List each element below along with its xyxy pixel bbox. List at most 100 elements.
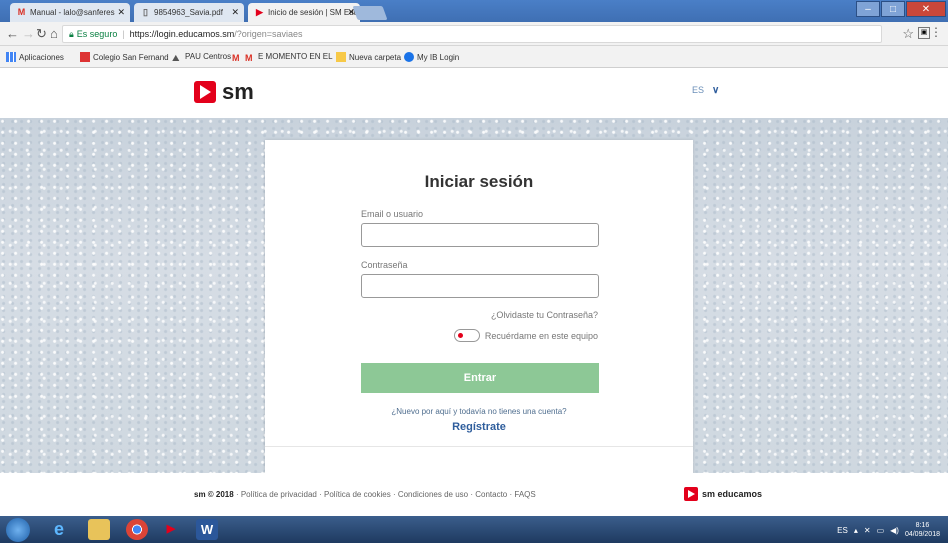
tray-language[interactable]: ES — [837, 526, 848, 535]
extension-icon[interactable]: ▣ — [918, 27, 930, 39]
login-card: Iniciar sesión Email o usuario Contraseñ… — [265, 140, 693, 478]
site-footer: sm © 2018 · Política de privacidad · Pol… — [0, 473, 948, 516]
internet-explorer-icon[interactable]: e — [48, 519, 70, 540]
lock-icon: 🔒︎ — [69, 29, 74, 39]
sm-play-icon — [684, 487, 698, 501]
card-divider — [265, 446, 693, 447]
bookmark-label: My IB Login — [417, 53, 460, 62]
remember-toggle[interactable] — [453, 329, 480, 342]
email-label: Email o usuario — [361, 209, 424, 219]
sm-taskbar-icon[interactable]: ▶ — [160, 519, 182, 540]
apps-grid-icon — [6, 52, 16, 62]
login-button[interactable]: Entrar — [361, 363, 599, 393]
ib-icon — [404, 52, 414, 62]
clock-time: 8:16 — [915, 522, 930, 529]
password-field[interactable] — [361, 274, 599, 298]
web-page: sm ES ∨ Iniciar sesión Email o usuario Co… — [0, 68, 948, 516]
sm-icon: ▶ — [256, 7, 263, 17]
window-controls: – □ ✕ — [856, 1, 946, 17]
word-icon[interactable]: W — [196, 519, 218, 540]
secure-label: Es seguro — [76, 29, 118, 39]
start-button-icon[interactable] — [6, 518, 30, 542]
sm-educamos-logo[interactable]: sm educamos — [684, 487, 762, 501]
browser-tab-strip: M Manual - lalo@sanferes ✕ ▯ 9854963_Sav… — [0, 0, 948, 22]
bookmark-ib[interactable]: My IB Login — [404, 52, 459, 62]
windows-taskbar: e ▶ W ES ▴ ✕ ▭ ◀) 8:16 04/09/2018 — [0, 516, 948, 543]
tab-sm-login[interactable]: ▶ Inicio de sesión | SM Edu ✕ — [248, 3, 360, 22]
tab-pdf[interactable]: ▯ 9854963_Savia.pdf ✕ — [134, 3, 244, 22]
tab-label: 9854963_Savia.pdf — [154, 8, 223, 17]
bookmarks-bar: Aplicaciones Colegio San Fernand ⛰ PAU Ce… — [0, 46, 948, 68]
bookmark-colegio[interactable]: Colegio San Fernand — [80, 52, 169, 62]
url-field[interactable]: 🔒︎ Es seguro | https://login.educamos.sm/?o… — [62, 25, 882, 43]
copyright: sm © 2018 — [194, 490, 234, 499]
network-icon[interactable]: ✕ — [864, 526, 871, 535]
volume-icon[interactable]: ◀) — [890, 526, 899, 535]
language-selector[interactable]: ES ∨ — [692, 85, 719, 96]
password-label: Contraseña — [361, 260, 408, 270]
bookmark-folder[interactable]: Nueva carpeta — [336, 52, 401, 62]
file-explorer-icon[interactable] — [88, 519, 110, 540]
sm-play-icon — [194, 81, 216, 103]
bookmark-label: Nueva carpeta — [349, 53, 402, 62]
minimize-icon[interactable]: – — [856, 1, 880, 17]
close-window-icon[interactable]: ✕ — [906, 1, 946, 17]
sm-logo[interactable]: sm — [194, 81, 254, 103]
contact-link[interactable]: Contacto — [475, 490, 507, 499]
chrome-icon[interactable] — [126, 519, 148, 540]
tray-clock[interactable]: 8:16 04/09/2018 — [905, 521, 940, 539]
menu-dots-icon[interactable]: ⋮ — [930, 25, 942, 39]
remember-label: Recuérdame en este equipo — [484, 330, 598, 341]
bookmark-momento[interactable]: MM E MOMENTO EN EL — [232, 52, 333, 63]
tray-arrow-icon[interactable]: ▴ — [854, 526, 858, 535]
school-icon — [80, 52, 90, 62]
back-icon[interactable]: ← — [6, 26, 19, 41]
home-icon[interactable]: ⌂ — [50, 26, 58, 41]
privacy-link[interactable]: Política de privacidad — [241, 490, 317, 499]
gmail-icon: M — [17, 7, 26, 17]
reload-icon[interactable]: ↻ — [36, 26, 47, 42]
address-bar-row: ← → ↻ ⌂ 🔒︎ Es seguro | https://login.educam… — [0, 22, 948, 46]
forgot-password-link[interactable]: ¿Olvidaste tu Contraseña? — [491, 310, 598, 320]
bookmark-label: Colegio San Fernand — [93, 53, 169, 62]
maximize-icon[interactable]: □ — [881, 1, 905, 17]
folder-icon — [336, 52, 346, 62]
system-tray: ES ▴ ✕ ▭ ◀) 8:16 04/09/2018 — [837, 521, 940, 539]
remember-me[interactable]: Recuérdame en este equipo — [453, 329, 598, 342]
new-user-text: ¿Nuevo por aquí y todavía no tienes una … — [391, 407, 567, 416]
footer-brand: sm educamos — [702, 489, 763, 499]
battery-icon[interactable]: ▭ — [877, 526, 885, 535]
site-header: sm ES ∨ — [0, 68, 948, 118]
gmail-icon: M — [245, 53, 253, 63]
tab-label: Inicio de sesión | SM Edu — [268, 8, 359, 17]
close-tab-icon[interactable]: ✕ — [231, 7, 239, 18]
clock-date: 04/09/2018 — [904, 531, 940, 538]
new-tab-button[interactable] — [352, 6, 388, 20]
pdf-icon: ▯ — [143, 7, 148, 17]
url-separator: | — [122, 29, 125, 39]
bookmark-label: PAU Centros — [185, 52, 232, 61]
gmail-icon: M — [232, 53, 240, 63]
url-path: /?origen=saviaes — [234, 29, 303, 39]
logo-text: sm — [222, 79, 254, 104]
login-title: Iniciar sesión — [424, 172, 534, 191]
close-tab-icon[interactable]: ✕ — [117, 7, 125, 18]
bookmark-star-icon[interactable]: ☆ — [902, 26, 914, 42]
bookmark-label: E MOMENTO EN EL — [258, 52, 333, 61]
bookmark-label: Aplicaciones — [19, 53, 64, 62]
bookmark-pau[interactable]: ⛰ PAU Centros — [172, 52, 231, 63]
footer-links: sm © 2018 · Política de privacidad · Pol… — [194, 490, 536, 499]
forward-icon[interactable]: → — [22, 26, 35, 41]
terms-link[interactable]: Condiciones de uso — [398, 490, 468, 499]
language-label: ES — [692, 85, 705, 95]
faqs-link[interactable]: FAQS — [514, 490, 535, 499]
email-field[interactable] — [361, 223, 599, 247]
tab-gmail[interactable]: M Manual - lalo@sanferes ✕ — [10, 3, 130, 22]
pau-icon: ⛰ — [172, 53, 180, 63]
tab-label: Manual - lalo@sanferes — [30, 8, 115, 17]
url-host: https://login.educamos.sm — [129, 29, 235, 39]
bookmark-apps[interactable]: Aplicaciones — [6, 52, 64, 62]
cookies-link[interactable]: Política de cookies — [324, 490, 391, 499]
register-link[interactable]: Regístrate — [265, 421, 693, 433]
chevron-down-icon: ∨ — [712, 85, 720, 96]
